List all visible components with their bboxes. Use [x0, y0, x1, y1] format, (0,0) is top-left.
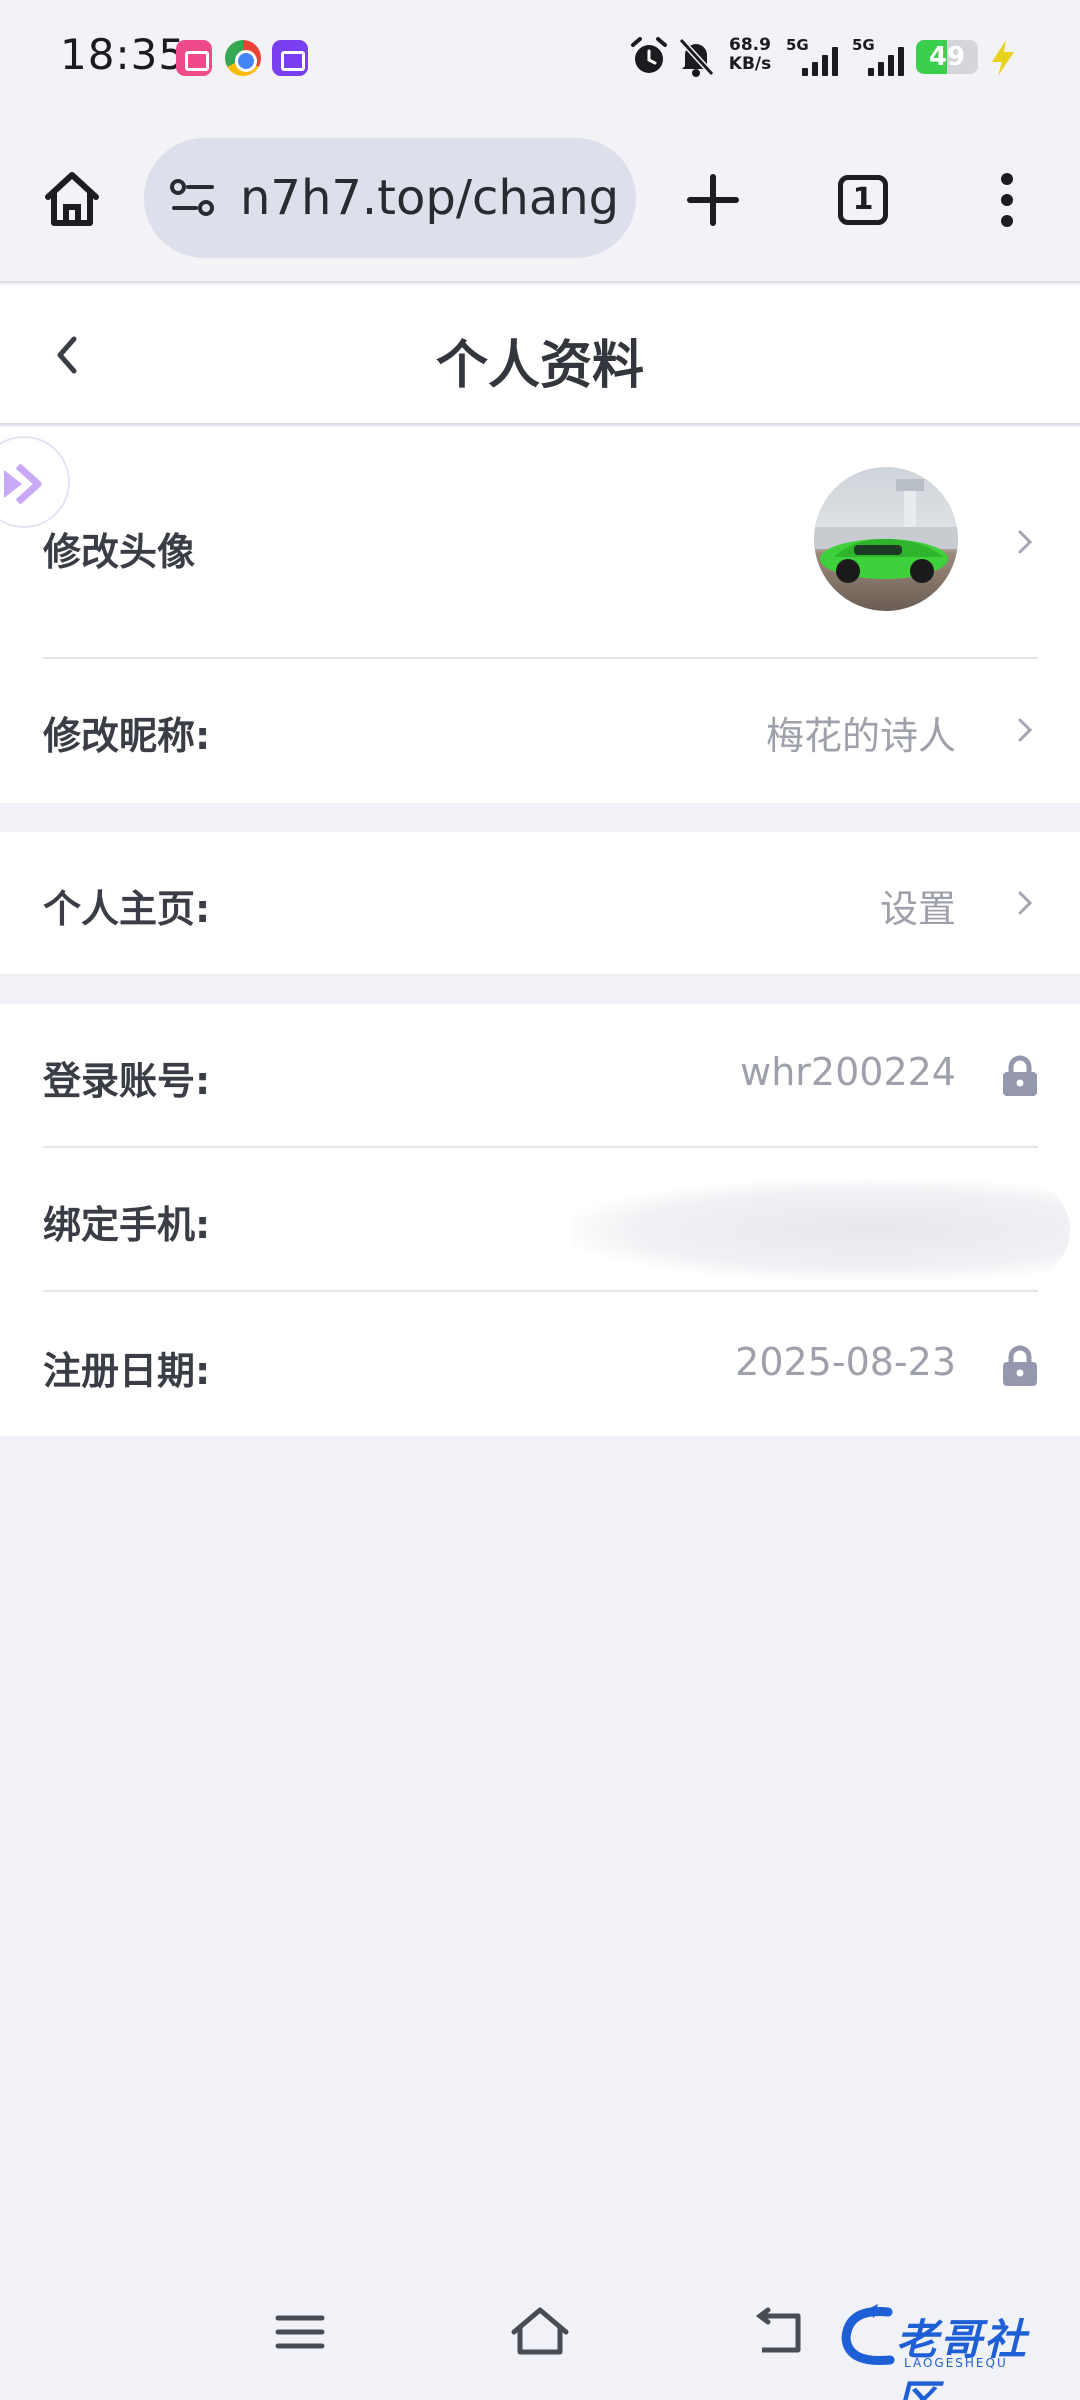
new-tab-icon[interactable]	[684, 171, 742, 229]
app-shortcut-icon	[272, 40, 308, 76]
status-time: 18:35	[60, 30, 187, 79]
chevron-right-icon	[1018, 530, 1033, 554]
battery-level: 49	[928, 42, 966, 72]
account-label: 登录账号:	[43, 1059, 211, 1103]
nickname-row[interactable]: 修改昵称: 梅花的诗人	[0, 659, 1080, 803]
homepage-label: 个人主页:	[43, 887, 211, 931]
battery-icon: 49	[916, 40, 978, 74]
register-label: 注册日期:	[43, 1349, 211, 1393]
avatar-row[interactable]: 修改头像	[0, 427, 1080, 657]
tabs-button[interactable]: 1	[838, 175, 888, 225]
watermark-text: 老哥社区	[896, 2315, 1029, 2400]
register-date-row: 注册日期: 2025-08-23	[0, 1292, 1080, 1436]
net-speed: 68.9 KB/s	[722, 36, 778, 74]
profile-section-basic: 修改头像 修改昵称: 梅花的诗人	[0, 427, 1080, 803]
browser-toolbar: n7h7.top/change 1	[0, 115, 1080, 283]
account-value: whr200224	[740, 1050, 956, 1094]
net-speed-value: 68.9	[729, 35, 771, 55]
net-speed-unit: KB/s	[728, 54, 772, 74]
avatar[interactable]	[814, 467, 958, 611]
profile-section-homepage: 个人主页: 设置	[0, 832, 1080, 974]
back-icon[interactable]	[748, 2302, 808, 2362]
more-menu-icon[interactable]	[994, 170, 1020, 230]
account-row: 登录账号: whr200224	[0, 1004, 1080, 1146]
floating-shortcut-button[interactable]	[0, 436, 70, 528]
register-value: 2025-08-23	[735, 1340, 956, 1384]
watermark-subtext: LAOGESHEQU	[904, 2356, 1008, 2370]
home-icon[interactable]	[508, 2302, 572, 2362]
nickname-value: 梅花的诗人	[765, 714, 956, 758]
mute-icon	[678, 37, 715, 77]
lock-icon	[1003, 1345, 1037, 1386]
app-notification-icon	[176, 40, 212, 76]
charging-icon	[992, 40, 1014, 76]
alarm-icon	[631, 37, 667, 73]
phone-redaction-blur	[570, 1180, 1070, 1280]
home-icon[interactable]	[38, 165, 106, 233]
site-settings-icon[interactable]	[168, 176, 218, 220]
page-title: 个人资料	[435, 336, 644, 396]
chevron-right-icon	[1018, 891, 1033, 915]
watermark-logo: 老哥社区 LAOGESHEQU	[838, 2300, 1068, 2400]
phone-label: 绑定手机:	[43, 1203, 211, 1247]
page-header: 个人资料	[0, 285, 1080, 425]
menu-icon[interactable]	[270, 2302, 330, 2362]
chrome-icon	[225, 40, 261, 76]
homepage-row[interactable]: 个人主页: 设置	[0, 832, 1080, 974]
url-text[interactable]: n7h7.top/change	[240, 170, 620, 226]
status-bar: 18:35 68.9 KB/s 5G 5G 49	[0, 0, 1080, 115]
chevron-right-icon	[1018, 718, 1033, 742]
lock-icon	[1003, 1055, 1037, 1096]
address-bar[interactable]: n7h7.top/change	[144, 138, 636, 258]
homepage-value: 设置	[879, 887, 956, 931]
nickname-label: 修改昵称:	[43, 714, 211, 758]
